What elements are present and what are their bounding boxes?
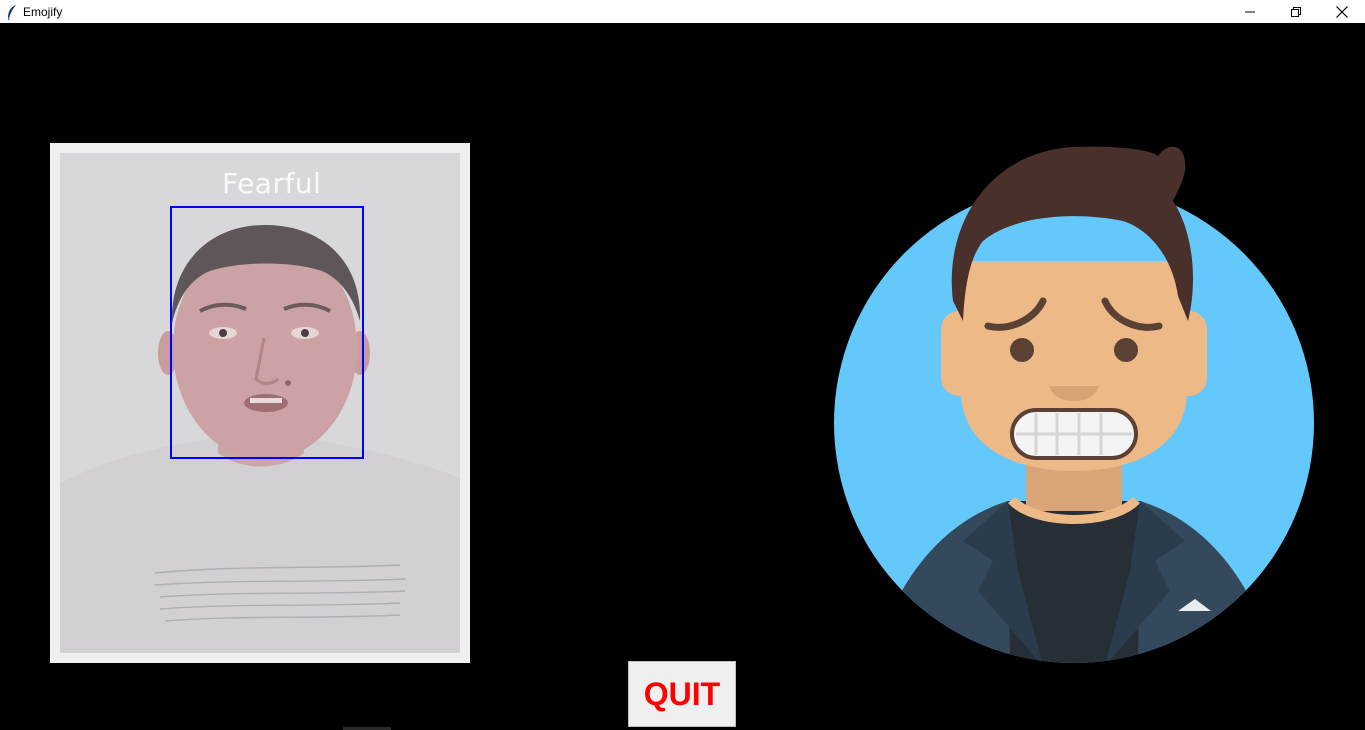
feather-icon <box>4 4 20 20</box>
title-bar[interactable]: Emojify <box>0 0 1365 23</box>
webcam-feed: Fearful <box>60 153 460 653</box>
emotion-label: Fearful <box>222 167 322 200</box>
webcam-frame: Fearful <box>50 143 470 663</box>
minimize-button[interactable] <box>1227 0 1273 23</box>
close-button[interactable] <box>1319 0 1365 23</box>
minimize-icon <box>1245 11 1255 12</box>
emoji-avatar <box>833 121 1315 666</box>
close-icon <box>1336 5 1348 18</box>
main-content: Fearful QUIT <box>0 23 1365 730</box>
window-title: Emojify <box>23 4 63 19</box>
fearful-face-avatar-icon <box>834 146 1314 663</box>
quit-button[interactable]: QUIT <box>628 661 736 727</box>
restore-button[interactable] <box>1273 0 1319 23</box>
restore-icon <box>1291 6 1301 17</box>
face-detection-box <box>170 206 364 459</box>
